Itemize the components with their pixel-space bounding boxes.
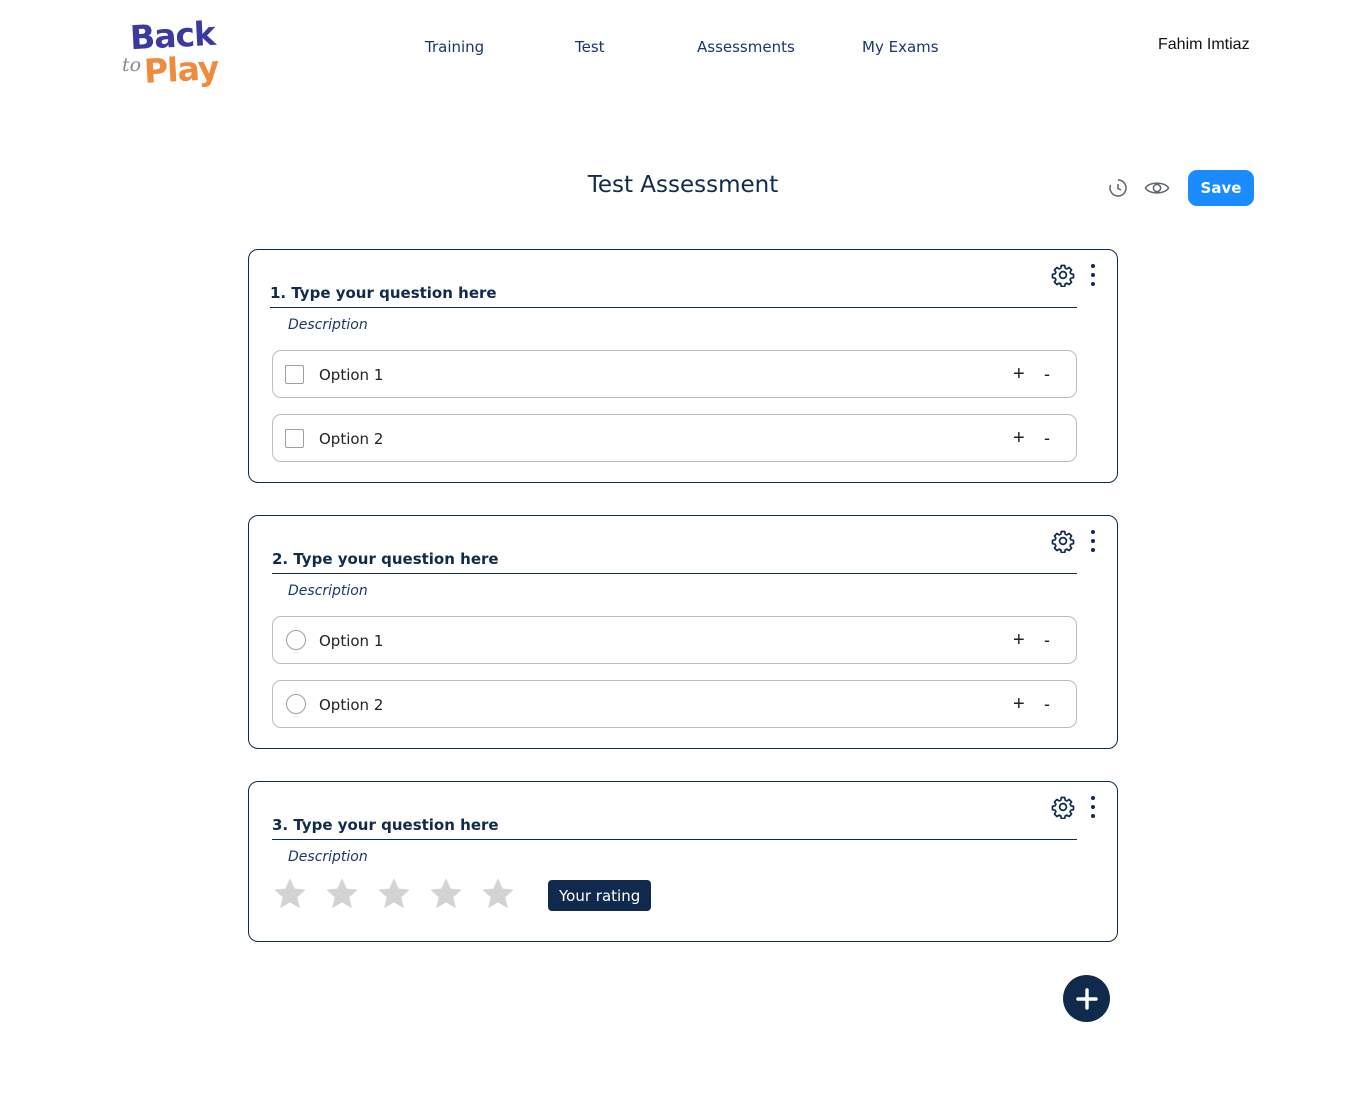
option-row: Option 2 + - <box>272 680 1077 728</box>
add-option-button[interactable]: + <box>1013 363 1025 385</box>
eye-icon <box>1144 182 1170 194</box>
star-icon[interactable] <box>324 876 360 912</box>
question-description[interactable]: Description <box>288 583 368 599</box>
add-option-button[interactable]: + <box>1013 629 1025 651</box>
question-title[interactable]: 3. Type your question here <box>272 816 1077 840</box>
star-icon[interactable] <box>428 876 464 912</box>
brand-logo[interactable]: Back to Play <box>122 14 219 96</box>
question-card-3: 3. Type your question here Description Y… <box>248 781 1118 942</box>
add-question-icon <box>1075 987 1098 1010</box>
remove-option-button[interactable]: - <box>1044 427 1050 449</box>
option-label[interactable]: Option 2 <box>319 430 383 448</box>
question-title[interactable]: 1. Type your question here <box>270 284 1077 308</box>
question-description[interactable]: Description <box>288 317 368 333</box>
option-label[interactable]: Option 2 <box>319 696 383 714</box>
option-radio[interactable] <box>286 630 306 650</box>
save-button[interactable]: Save <box>1188 170 1254 206</box>
nav-training[interactable]: Training <box>425 38 484 58</box>
add-option-button[interactable]: + <box>1013 427 1025 449</box>
option-row: Option 1 + - <box>272 616 1077 664</box>
star-icon[interactable] <box>480 876 516 912</box>
remove-option-button[interactable]: - <box>1044 693 1050 715</box>
question-more-button[interactable] <box>1085 262 1101 288</box>
option-label[interactable]: Option 1 <box>319 632 383 650</box>
star-rating <box>272 876 516 916</box>
question-title[interactable]: 2. Type your question here <box>272 550 1077 574</box>
option-checkbox[interactable] <box>285 429 304 448</box>
star-icon[interactable] <box>376 876 412 912</box>
question-card-2: 2. Type your question here Description O… <box>248 515 1118 749</box>
kebab-menu-icon <box>1091 530 1095 534</box>
question-description[interactable]: Description <box>288 849 368 865</box>
preview-button[interactable] <box>1143 176 1171 200</box>
logo-text-play: Play <box>143 48 220 91</box>
add-question-button[interactable] <box>1063 975 1110 1022</box>
star-icon[interactable] <box>272 876 308 912</box>
add-option-button[interactable]: + <box>1013 693 1025 715</box>
nav-assessments[interactable]: Assessments <box>697 38 795 58</box>
option-row: Option 2 + - <box>272 414 1077 462</box>
user-name[interactable]: Fahim Imtiaz <box>1158 36 1250 54</box>
kebab-menu-icon <box>1091 796 1095 800</box>
remove-option-button[interactable]: - <box>1044 629 1050 651</box>
question-more-button[interactable] <box>1085 528 1101 554</box>
kebab-menu-icon <box>1091 264 1095 268</box>
logo-text-to: to <box>122 54 142 76</box>
nav-my-exams[interactable]: My Exams <box>862 38 939 58</box>
option-row: Option 1 + - <box>272 350 1077 398</box>
rating-label: Your rating <box>548 880 652 911</box>
option-label[interactable]: Option 1 <box>319 366 383 384</box>
remove-option-button[interactable]: - <box>1044 363 1050 385</box>
history-button[interactable] <box>1106 176 1130 200</box>
question-card-1: 1. Type your question here Description O… <box>248 249 1118 483</box>
history-icon <box>1109 179 1127 197</box>
nav-test[interactable]: Test <box>575 38 605 58</box>
question-more-button[interactable] <box>1085 794 1101 820</box>
option-checkbox[interactable] <box>285 365 304 384</box>
option-radio[interactable] <box>286 694 306 714</box>
